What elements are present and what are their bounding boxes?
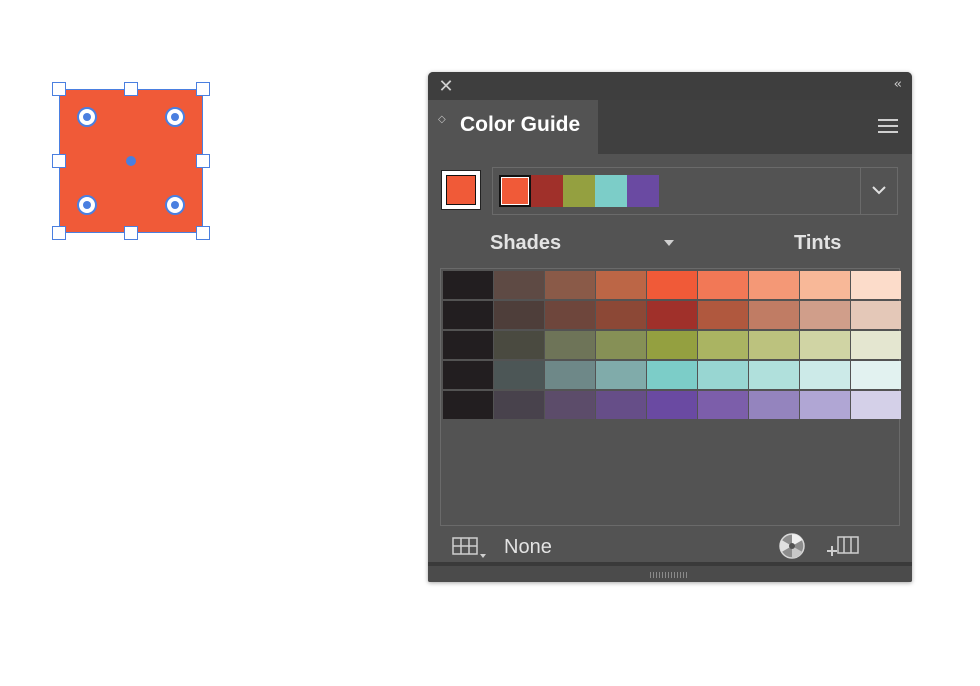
- variation-swatch[interactable]: [851, 301, 901, 329]
- color-wheel-icon[interactable]: [778, 532, 806, 560]
- bbox-handle-middle-right[interactable]: [196, 154, 210, 168]
- variation-swatch[interactable]: [647, 271, 697, 299]
- variation-swatch[interactable]: [443, 361, 493, 389]
- variation-row: [443, 361, 902, 391]
- base-color-swatch[interactable]: [441, 170, 481, 210]
- harmony-swatch[interactable]: [627, 175, 659, 207]
- live-corner-widget-bottom-left[interactable]: [77, 195, 97, 215]
- variation-swatch[interactable]: [749, 331, 799, 359]
- panel-titlebar[interactable]: ✕ ‹‹: [428, 72, 912, 100]
- variation-swatch[interactable]: [800, 361, 850, 389]
- variation-swatch[interactable]: [749, 271, 799, 299]
- harmony-swatch[interactable]: [595, 175, 627, 207]
- bbox-handle-bottom-center[interactable]: [124, 226, 138, 240]
- variation-swatch[interactable]: [596, 271, 646, 299]
- variation-swatch[interactable]: [647, 391, 697, 419]
- variation-swatch[interactable]: [494, 331, 544, 359]
- variation-swatch[interactable]: [443, 391, 493, 419]
- variation-swatch[interactable]: [851, 331, 901, 359]
- variation-swatch[interactable]: [698, 301, 748, 329]
- variation-swatch[interactable]: [545, 271, 595, 299]
- harmony-rules-dropdown[interactable]: [860, 168, 897, 214]
- variation-swatch[interactable]: [800, 301, 850, 329]
- harmony-swatch[interactable]: [563, 175, 595, 207]
- variation-swatch[interactable]: [545, 361, 595, 389]
- harmony-rule-bar[interactable]: [492, 167, 898, 215]
- live-corner-widget-top-right[interactable]: [165, 107, 185, 127]
- variation-swatch[interactable]: [851, 361, 901, 389]
- variation-swatch[interactable]: [698, 361, 748, 389]
- base-color-fill: [446, 175, 476, 205]
- tab-reorder-arrows-icon: ◇: [438, 114, 446, 125]
- variation-row: [443, 391, 902, 421]
- color-guide-panel: ✕ ‹‹ ◇ Color Guide Shades Tints None: [428, 72, 912, 582]
- panel-footer: [428, 562, 912, 582]
- variation-swatch[interactable]: [749, 391, 799, 419]
- variation-swatch[interactable]: [596, 331, 646, 359]
- variation-swatch[interactable]: [800, 331, 850, 359]
- variation-options-dropdown-icon[interactable]: [662, 238, 676, 248]
- variation-swatch[interactable]: [647, 331, 697, 359]
- variation-grid: [443, 271, 902, 421]
- harmony-swatch[interactable]: [531, 175, 563, 207]
- close-icon[interactable]: ✕: [438, 77, 454, 95]
- variation-swatch[interactable]: [800, 391, 850, 419]
- bbox-handle-bottom-left[interactable]: [52, 226, 66, 240]
- color-variations-area: [440, 268, 902, 526]
- bbox-handle-middle-left[interactable]: [52, 154, 66, 168]
- resize-grip-icon[interactable]: [650, 572, 688, 578]
- variation-swatch[interactable]: [494, 361, 544, 389]
- variation-swatch[interactable]: [698, 391, 748, 419]
- variation-swatch[interactable]: [749, 361, 799, 389]
- variation-swatch[interactable]: [545, 301, 595, 329]
- variation-swatch[interactable]: [494, 301, 544, 329]
- variation-swatch[interactable]: [698, 331, 748, 359]
- variation-swatch[interactable]: [545, 391, 595, 419]
- bbox-handle-top-left[interactable]: [52, 82, 66, 96]
- chevron-down-icon: [872, 186, 886, 195]
- save-color-group-icon[interactable]: [826, 534, 862, 558]
- variation-swatch[interactable]: [443, 301, 493, 329]
- panel-tab-row: ◇ Color Guide: [428, 100, 912, 154]
- variation-swatch[interactable]: [494, 391, 544, 419]
- tab-label: Color Guide: [460, 113, 581, 136]
- variation-swatch[interactable]: [494, 271, 544, 299]
- harmony-swatches: [499, 175, 659, 207]
- bbox-handle-bottom-right[interactable]: [196, 226, 210, 240]
- variation-swatch[interactable]: [596, 391, 646, 419]
- hamburger-menu-icon[interactable]: [878, 119, 898, 135]
- variation-row: [443, 331, 902, 361]
- variation-swatch[interactable]: [647, 361, 697, 389]
- live-corner-widget-bottom-right[interactable]: [165, 195, 185, 215]
- variation-swatch[interactable]: [647, 301, 697, 329]
- double-chevron-left-icon[interactable]: ‹‹: [894, 77, 903, 92]
- variation-swatch[interactable]: [596, 361, 646, 389]
- variation-swatch[interactable]: [749, 301, 799, 329]
- variation-swatch[interactable]: [545, 331, 595, 359]
- swatch-library-grid-icon[interactable]: [452, 535, 488, 559]
- live-corner-widget-top-left[interactable]: [77, 107, 97, 127]
- limit-to-library-label: None: [504, 536, 552, 558]
- variation-swatch[interactable]: [851, 271, 901, 299]
- variation-swatch[interactable]: [851, 391, 901, 419]
- variation-swatch[interactable]: [443, 271, 493, 299]
- tints-label: Tints: [794, 232, 842, 254]
- variation-swatch[interactable]: [596, 301, 646, 329]
- shades-label: Shades: [490, 232, 562, 254]
- variation-swatch[interactable]: [443, 331, 493, 359]
- harmony-swatch[interactable]: [499, 175, 531, 207]
- center-point: [126, 156, 136, 166]
- bbox-handle-top-center[interactable]: [124, 82, 138, 96]
- tab-color-guide[interactable]: ◇ Color Guide: [428, 100, 598, 154]
- variation-row: [443, 271, 902, 301]
- variation-row: [443, 301, 902, 331]
- bbox-handle-top-right[interactable]: [196, 82, 210, 96]
- variation-swatch[interactable]: [698, 271, 748, 299]
- variation-swatch[interactable]: [800, 271, 850, 299]
